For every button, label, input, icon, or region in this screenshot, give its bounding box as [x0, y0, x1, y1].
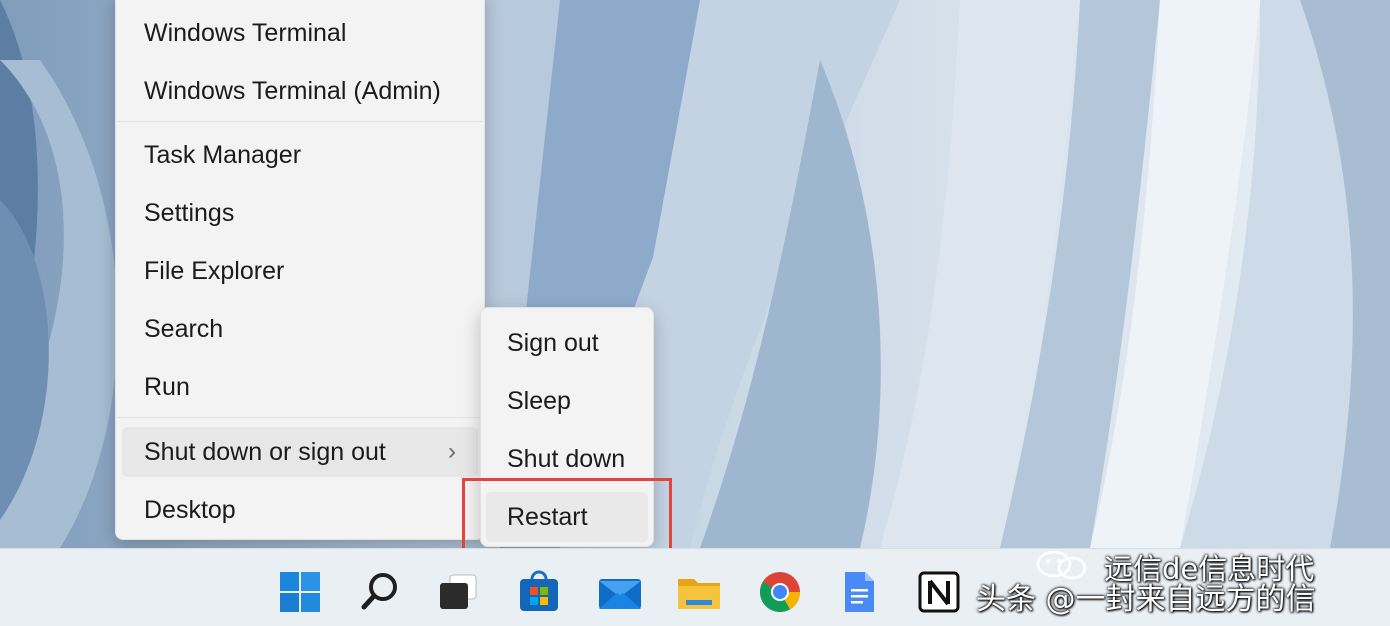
- windows-start-icon[interactable]: [277, 569, 323, 615]
- submenu-item-sleep[interactable]: Sleep: [486, 376, 648, 426]
- menu-item-windows-terminal[interactable]: Windows Terminal: [122, 8, 478, 58]
- menu-item-label: Run: [144, 373, 190, 401]
- submenu-item-label: Sleep: [507, 387, 571, 415]
- task-view-icon[interactable]: [436, 569, 482, 615]
- chevron-right-icon: ›: [448, 438, 456, 465]
- menu-item-settings[interactable]: Settings: [122, 188, 478, 238]
- menu-separator: [117, 121, 483, 122]
- menu-item-label: File Explorer: [144, 257, 285, 285]
- menu-item-label: Windows Terminal: [144, 19, 347, 47]
- mail-icon[interactable]: [597, 569, 643, 615]
- menu-item-label: Search: [144, 315, 224, 343]
- restart-highlight-box: [462, 478, 672, 555]
- menu-separator: [117, 417, 483, 418]
- menu-item-run[interactable]: Run: [122, 362, 478, 412]
- menu-item-windows-terminal-admin[interactable]: Windows Terminal (Admin): [122, 66, 478, 116]
- menu-item-label: Desktop: [144, 496, 236, 524]
- submenu-item-label: Shut down: [507, 445, 626, 473]
- menu-item-desktop[interactable]: Desktop: [122, 485, 478, 535]
- submenu-item-shut-down[interactable]: Shut down: [486, 434, 648, 484]
- watermark-author: 头条 @一封来自远方的信: [976, 582, 1316, 617]
- menu-item-label: Task Manager: [144, 141, 302, 169]
- start-context-menu: Windows Terminal Windows Terminal (Admin…: [115, 0, 485, 540]
- menu-item-file-explorer[interactable]: File Explorer: [122, 246, 478, 296]
- menu-item-label: Settings: [144, 199, 235, 227]
- submenu-item-label: Sign out: [507, 329, 599, 357]
- menu-item-label: Windows Terminal (Admin): [144, 77, 441, 105]
- menu-item-search[interactable]: Search: [122, 304, 478, 354]
- store-icon[interactable]: [516, 569, 562, 615]
- menu-item-shut-down-or-sign-out[interactable]: Shut down or sign out ›: [122, 427, 478, 477]
- chrome-icon[interactable]: [757, 569, 803, 615]
- search-icon[interactable]: [357, 569, 403, 615]
- google-docs-icon[interactable]: [836, 569, 882, 615]
- file-explorer-icon[interactable]: [676, 569, 722, 615]
- menu-item-task-manager[interactable]: Task Manager: [122, 130, 478, 180]
- notion-icon[interactable]: [916, 569, 962, 615]
- submenu-item-sign-out[interactable]: Sign out: [486, 318, 648, 368]
- menu-item-label: Shut down or sign out: [144, 438, 386, 466]
